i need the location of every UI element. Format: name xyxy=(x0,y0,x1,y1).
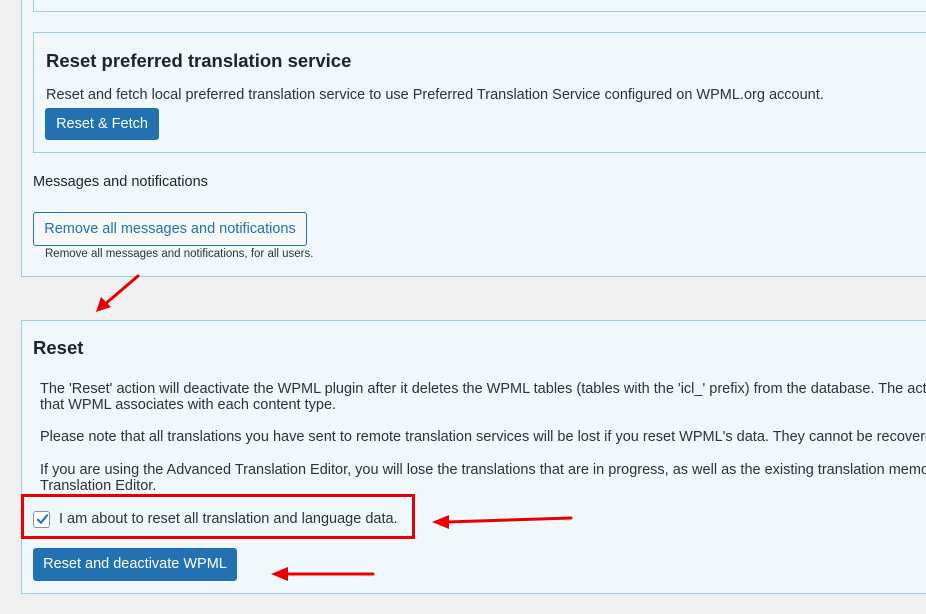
red-arrow-icon xyxy=(96,274,140,312)
reset-paragraph-3-line-2: Translation Editor. xyxy=(40,478,157,494)
preferred-service-box: Reset preferred translation service Rese… xyxy=(33,32,926,153)
reset-title: Reset xyxy=(33,337,84,358)
confirm-reset-label[interactable]: I am about to reset all translation and … xyxy=(59,511,398,527)
preferred-service-description: Reset and fetch local preferred translat… xyxy=(46,87,824,103)
confirm-reset-row[interactable]: I am about to reset all translation and … xyxy=(33,509,398,529)
reset-paragraph-1-line-2: that WPML associates with each content t… xyxy=(40,397,337,413)
reset-paragraph-1-line-1: The 'Reset' action will deactivate the W… xyxy=(40,381,926,397)
preferred-service-title: Reset preferred translation service xyxy=(46,50,352,71)
reset-paragraph-1: The 'Reset' action will deactivate the W… xyxy=(40,381,926,413)
reset-paragraph-3-line-1: If you are using the Advanced Translatio… xyxy=(40,462,926,478)
checkmark-icon xyxy=(36,513,49,524)
confirm-reset-checkbox[interactable] xyxy=(33,510,50,528)
previous-section-box xyxy=(33,0,926,12)
reset-paragraph-2: Please note that all translations you ha… xyxy=(40,429,926,445)
reset-fetch-button[interactable]: Reset & Fetch xyxy=(45,108,159,140)
reset-paragraph-3: If you are using the Advanced Translatio… xyxy=(40,462,926,494)
messages-heading: Messages and notifications xyxy=(33,174,208,190)
remove-messages-button[interactable]: Remove all messages and notifications xyxy=(33,212,307,246)
reset-deactivate-button[interactable]: Reset and deactivate WPML xyxy=(33,548,237,581)
remove-messages-help: Remove all messages and notifications, f… xyxy=(45,248,314,260)
